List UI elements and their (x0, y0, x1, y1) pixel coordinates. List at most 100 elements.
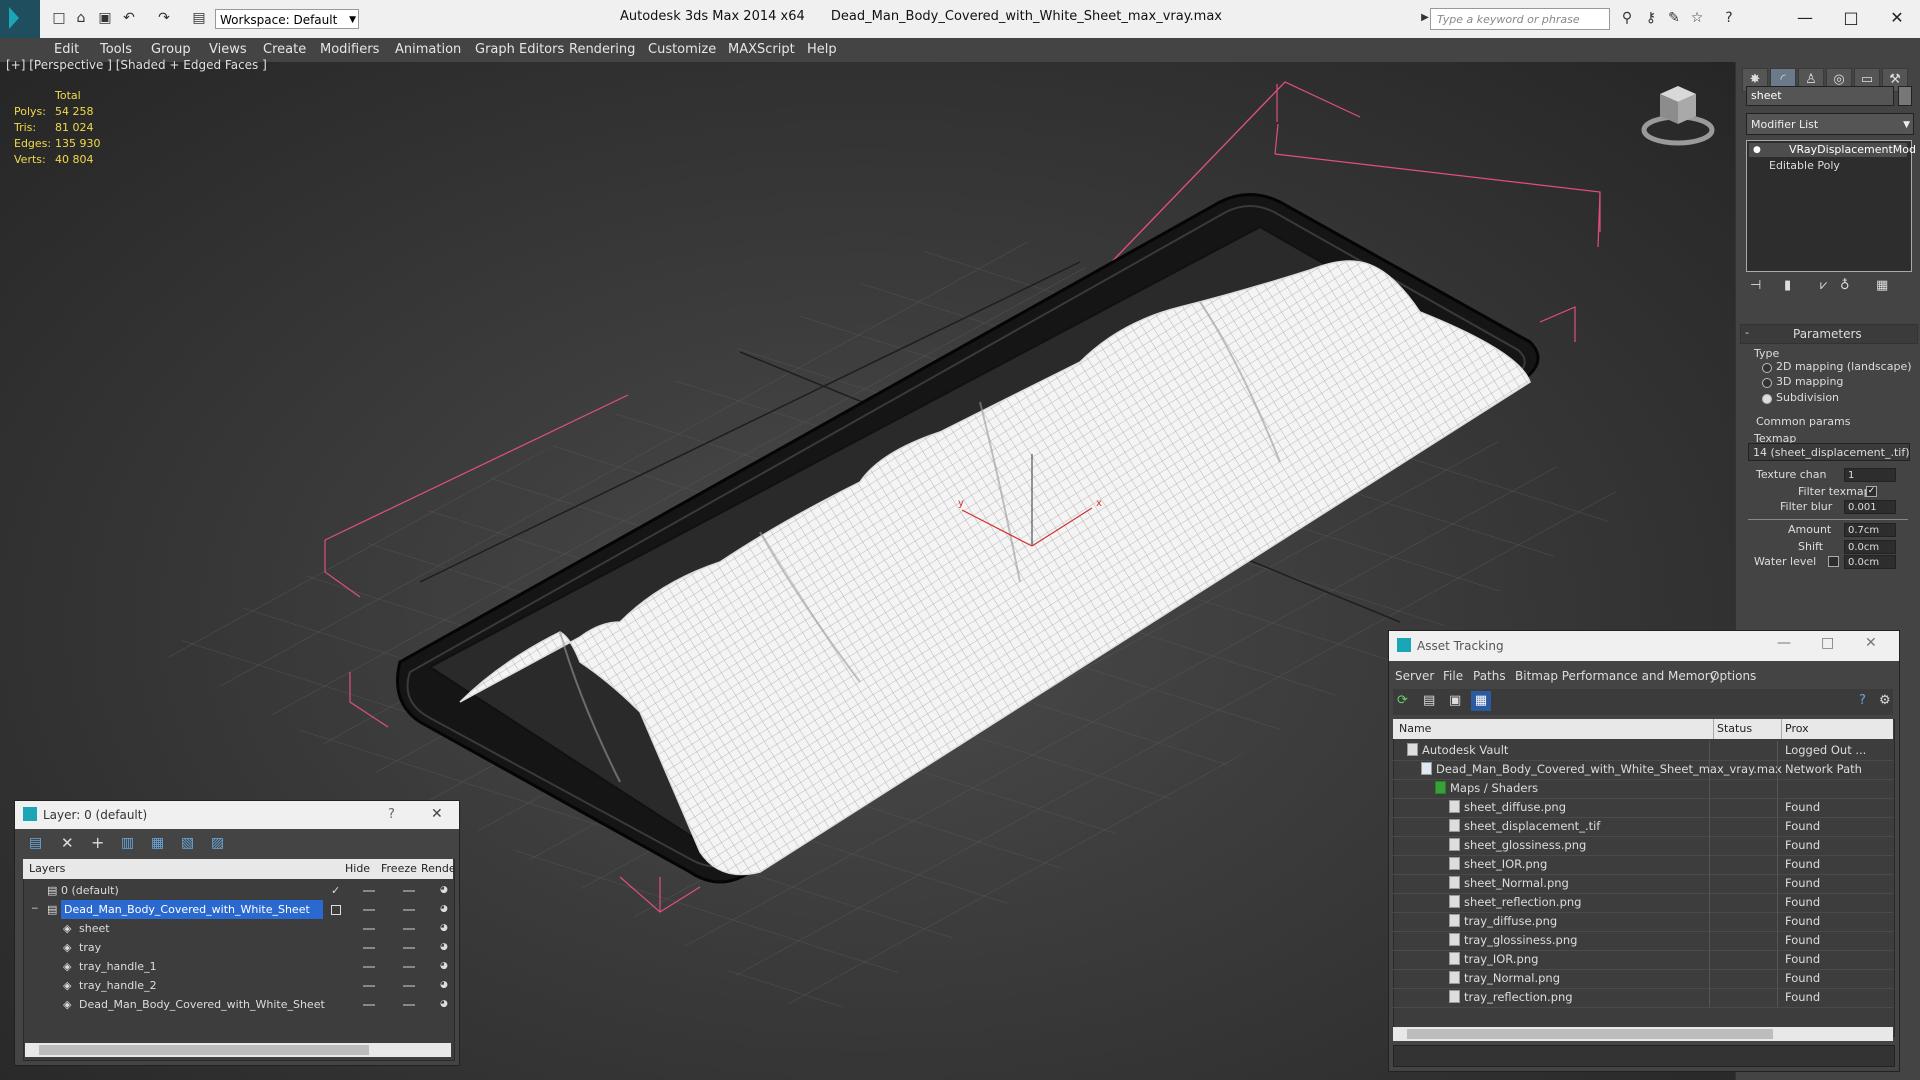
asset-row[interactable]: tray_diffuse.png Found (1393, 912, 1893, 932)
asset-dialog-titlebar[interactable]: Asset Tracking — □ ✕ (1389, 631, 1899, 661)
minimize-button[interactable]: — (1782, 4, 1828, 32)
column-layers[interactable]: Layers (29, 862, 65, 875)
menu-create[interactable]: Create (263, 42, 306, 57)
teapot-icon[interactable]: ◕ (440, 995, 448, 1014)
modifier-list-dropdown[interactable]: Modifier List ▼ (1746, 113, 1914, 135)
make-unique-icon[interactable]: ⩗ (1820, 278, 1827, 293)
asset-menu-file[interactable]: File (1443, 669, 1463, 683)
close-icon[interactable]: ✕ (1865, 635, 1877, 651)
viewcube-icon[interactable] (1641, 86, 1715, 146)
asset-row[interactable]: sheet_diffuse.png Found (1393, 798, 1893, 818)
asset-menu-server[interactable]: Server (1395, 669, 1434, 683)
menu-maxscript[interactable]: MAXScript (728, 42, 795, 57)
menu-edit[interactable]: Edit (54, 42, 79, 57)
asset-row[interactable]: tray_IOR.png Found (1393, 950, 1893, 970)
column-freeze[interactable]: Freeze (381, 862, 417, 875)
asset-row[interactable]: tray_Normal.png Found (1393, 969, 1893, 989)
asset-menu-options[interactable]: Options (1710, 669, 1756, 683)
stack-item-editable-poly[interactable]: Editable Poly (1749, 159, 1907, 173)
asset-menu-paths[interactable]: Paths (1473, 669, 1506, 683)
menu-views[interactable]: Views (209, 42, 247, 57)
radio-2d-mapping[interactable] (1762, 363, 1772, 373)
table-view-icon[interactable]: ▦ (1471, 691, 1491, 711)
texmap-button[interactable]: 14 (sheet_displacement_.tif) (1748, 443, 1910, 461)
list-view-icon[interactable]: ▤ (1423, 693, 1435, 708)
help-button[interactable]: ? (388, 807, 395, 822)
stack-item-vraydisplacement[interactable]: VRayDisplacementMod (1749, 143, 1916, 157)
modifier-stack[interactable]: VRayDisplacementMod ● Editable Poly (1746, 140, 1916, 272)
favorites-star-icon[interactable]: ☆ (1688, 10, 1706, 26)
freeze-toggle[interactable] (403, 966, 415, 968)
open-file-icon[interactable]: ⌂ (72, 10, 90, 26)
add-to-layer-icon[interactable]: + (91, 833, 104, 852)
freeze-toggle[interactable] (403, 1004, 415, 1006)
column-proxy[interactable]: Prox (1785, 722, 1809, 735)
asset-row[interactable]: sheet_glossiness.png Found (1393, 836, 1893, 856)
delete-layer-icon[interactable]: ✕ (61, 834, 74, 852)
undo-icon[interactable]: ↶ (120, 10, 138, 26)
select-layer-icon[interactable]: ▦ (151, 835, 164, 851)
hide-toggle[interactable] (363, 1004, 375, 1006)
key-icon[interactable]: ⚷ (1642, 10, 1660, 26)
help-icon[interactable]: ? (1720, 10, 1738, 26)
teapot-icon[interactable]: ◕ (440, 919, 448, 938)
hide-toggle[interactable] (363, 985, 375, 987)
freeze-toggle[interactable] (403, 890, 415, 892)
hide-toggle[interactable] (363, 928, 375, 930)
freeze-toggle[interactable] (403, 909, 415, 911)
shift-spinner[interactable]: 0.0cm (1844, 540, 1896, 554)
asset-row[interactable]: tray_glossiness.png Found (1393, 931, 1893, 951)
asset-row[interactable]: tray_reflection.png Found (1393, 988, 1893, 1008)
teapot-icon[interactable]: ◕ (440, 900, 448, 919)
expand-icon[interactable]: − (31, 900, 39, 919)
asset-row[interactable]: sheet_Normal.png Found (1393, 874, 1893, 894)
close-icon[interactable]: ✕ (431, 806, 443, 822)
asset-path-field[interactable] (1393, 1045, 1895, 1067)
freeze-toggle[interactable] (403, 985, 415, 987)
radio-subdivision[interactable] (1762, 394, 1772, 404)
search-input[interactable]: Type a keyword or phrase (1430, 8, 1610, 30)
layer-row[interactable]: − ▤ Dead_Man_Body_Covered_with_White_She… (25, 900, 449, 919)
asset-row[interactable]: sheet_IOR.png Found (1393, 855, 1893, 875)
filter-blur-spinner[interactable]: 0.001 (1844, 500, 1896, 514)
settings-icon[interactable]: ⚙ (1879, 693, 1891, 708)
redo-icon[interactable]: ↷ (155, 10, 173, 26)
hide-toggle[interactable] (363, 966, 375, 968)
layer-row[interactable]: ◈ tray ◕ (25, 938, 449, 957)
asset-row[interactable]: sheet_reflection.png Found (1393, 893, 1893, 913)
set-current-layer-icon[interactable]: ▧ (181, 835, 194, 851)
column-render[interactable]: Rende (421, 862, 456, 875)
asset-menu-bitmap-performance[interactable]: Bitmap Performance and Memory (1515, 669, 1717, 683)
communication-icon[interactable]: ✎ (1665, 10, 1683, 26)
column-status[interactable]: Status (1717, 722, 1752, 735)
menu-animation[interactable]: Animation (395, 42, 461, 57)
hide-all-layers-icon[interactable]: ▨ (211, 835, 224, 851)
amount-spinner[interactable]: 0.7cm (1844, 523, 1896, 537)
minimize-icon[interactable]: — (1777, 635, 1791, 651)
asset-row[interactable]: sheet_displacement_.tif Found (1393, 817, 1893, 837)
menu-graph-editors[interactable]: Graph Editors (475, 42, 564, 57)
water-level-checkbox[interactable] (1828, 556, 1839, 567)
scrollbar-thumb[interactable] (1407, 1029, 1773, 1039)
parameters-rollout-header[interactable]: - Parameters (1740, 324, 1918, 344)
tree-view-icon[interactable]: ▣ (1449, 693, 1461, 708)
horizontal-scrollbar[interactable] (1393, 1027, 1893, 1041)
lightbulb-icon[interactable]: ● (1753, 145, 1761, 155)
menu-help[interactable]: Help (807, 42, 837, 57)
asset-row[interactable]: Autodesk Vault Logged Out ... (1393, 741, 1893, 761)
viewport-label-menu[interactable]: [+] [Perspective ] [Shaded + Edged Faces… (6, 58, 267, 72)
create-layer-icon[interactable]: ▤ (29, 835, 42, 851)
menu-rendering[interactable]: Rendering (569, 42, 635, 57)
object-name-field[interactable]: sheet (1746, 86, 1894, 106)
show-end-result-icon[interactable]: ▮ (1784, 278, 1791, 293)
filter-texmap-checkbox[interactable]: ✓ (1866, 486, 1877, 497)
layer-row[interactable]: ▤ 0 (default) ✓ ◕ (25, 881, 449, 900)
current-layer-box[interactable] (331, 905, 341, 915)
help-icon[interactable]: ? (1859, 693, 1866, 708)
new-file-icon[interactable]: □ (50, 10, 68, 26)
binoculars-icon[interactable]: ⚲ (1618, 10, 1636, 26)
maximize-icon[interactable]: □ (1821, 635, 1834, 651)
menu-group[interactable]: Group (151, 42, 191, 57)
menu-customize[interactable]: Customize (648, 42, 716, 57)
app-menu-button[interactable] (0, 0, 40, 38)
